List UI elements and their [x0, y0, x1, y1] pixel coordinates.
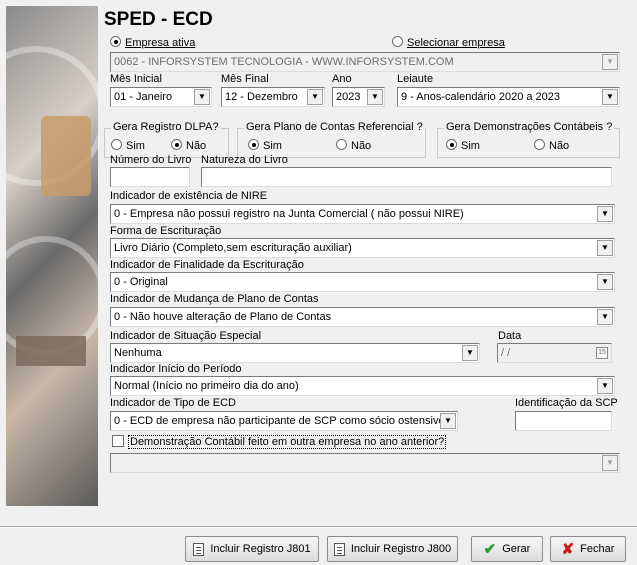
plano-nao-radio[interactable]: Não	[336, 139, 371, 152]
chevron-down-icon: ▼	[602, 54, 618, 70]
identificacao-scp-input[interactable]	[515, 411, 612, 431]
mes-final-label: Mês Final	[221, 73, 269, 85]
chevron-down-icon: ▼	[597, 240, 613, 256]
identificacao-scp-label: Identificação da SCP	[515, 397, 618, 409]
chevron-down-icon: ▼	[597, 378, 613, 394]
leiaute-label: Leiaute	[397, 73, 434, 85]
demonstracao-checkbox[interactable]: Demonstração Contábil feito em outra emp…	[112, 435, 447, 449]
demo-nao-radio[interactable]: Não	[534, 139, 569, 152]
chevron-down-icon: ▼	[597, 206, 613, 222]
data-label: Data	[498, 330, 522, 342]
forma-escrituracao-label: Forma de Escrituração	[110, 225, 222, 237]
side-decorative-image	[6, 6, 98, 506]
plano-sim-radio[interactable]: Sim	[248, 139, 282, 152]
forma-escrituracao-select[interactable]: Livro Diário (Completo,sem escrituração …	[110, 238, 615, 258]
chevron-down-icon: ▼	[602, 89, 618, 105]
bottom-separator	[0, 526, 637, 528]
page-title: SPED - ECD	[104, 9, 213, 30]
nire-label: Indicador de existência de NIRE	[110, 190, 268, 202]
chevron-down-icon: ▼	[367, 89, 383, 105]
fechar-button[interactable]: ✘ Fechar	[550, 536, 626, 562]
chevron-down-icon: ▼	[597, 309, 613, 325]
leiaute-select[interactable]: 9 - Anos-calendário 2020 a 2023 ▼	[397, 87, 620, 107]
finalidade-label: Indicador de Finalidade da Escrituração	[110, 259, 304, 271]
situacao-especial-label: Indicador de Situação Especial	[110, 330, 262, 342]
nire-select[interactable]: 0 - Empresa não possui registro na Junta…	[110, 204, 615, 224]
natureza-livro-label: Natureza do Livro	[201, 154, 288, 166]
numero-livro-input[interactable]	[110, 167, 190, 187]
radio-selected-icon	[110, 36, 121, 47]
inicio-periodo-select[interactable]: Normal (Início no primeiro dia do ano) ▼	[110, 376, 615, 396]
data-input[interactable]: / / 15	[497, 343, 612, 363]
dlpa-nao-radio[interactable]: Não	[171, 139, 206, 152]
ano-label: Ano	[332, 73, 352, 85]
mes-inicial-select[interactable]: 01 - Janeiro ▼	[110, 87, 212, 107]
tipo-ecd-select[interactable]: 0 - ECD de empresa não participante de S…	[110, 411, 458, 431]
document-icon	[193, 542, 205, 556]
chevron-down-icon: ▼	[440, 413, 456, 429]
radio-icon	[534, 139, 545, 150]
dlpa-sim-radio[interactable]: Sim	[111, 139, 145, 152]
mudanca-plano-label: Indicador de Mudança de Plano de Contas	[110, 293, 319, 305]
chevron-down-icon: ▼	[307, 89, 323, 105]
mes-final-select[interactable]: 12 - Dezembro ▼	[221, 87, 325, 107]
tipo-ecd-label: Indicador de Tipo de ECD	[110, 397, 236, 409]
inicio-periodo-label: Indicador Início do Período	[110, 363, 242, 375]
radio-selected-icon	[248, 139, 259, 150]
mudanca-plano-select[interactable]: 0 - Não houve alteração de Plano de Cont…	[110, 307, 615, 327]
empresa-ativa-radio[interactable]: Empresa ativa	[110, 36, 195, 49]
numero-livro-label: Número do Livro	[110, 154, 192, 166]
demonstracao-empresa-select[interactable]: ▼	[110, 453, 620, 473]
checkmark-icon: ✔	[483, 541, 497, 558]
radio-selected-icon	[446, 139, 457, 150]
gerar-button[interactable]: ✔ Gerar	[471, 536, 543, 562]
situacao-especial-select[interactable]: Nenhuma ▼	[110, 343, 480, 363]
selecionar-empresa-radio[interactable]: Selecionar empresa	[392, 36, 505, 49]
mes-inicial-label: Mês Inicial	[110, 73, 162, 85]
empresa-select[interactable]: 0062 - INFORSYSTEM TECNOLOGIA - WWW.INFO…	[110, 52, 620, 72]
incluir-j801-button[interactable]: Incluir Registro J801	[185, 536, 319, 562]
natureza-livro-input[interactable]	[201, 167, 612, 187]
radio-icon	[111, 139, 122, 150]
document-icon	[333, 542, 345, 556]
chevron-down-icon: ▼	[462, 345, 478, 361]
radio-icon	[392, 36, 403, 47]
radio-selected-icon	[171, 139, 182, 150]
calendar-icon[interactable]: 15	[596, 347, 608, 359]
chevron-down-icon: ▼	[602, 455, 618, 471]
radio-icon	[336, 139, 347, 150]
ano-select[interactable]: 2023 ▼	[332, 87, 385, 107]
close-icon: ✘	[561, 541, 575, 558]
finalidade-select[interactable]: 0 - Original ▼	[110, 272, 615, 292]
demo-sim-radio[interactable]: Sim	[446, 139, 480, 152]
incluir-j800-button[interactable]: Incluir Registro J800	[327, 536, 458, 562]
demonstracoes-group: Gera Demonstrações Contábeis ? Sim Não	[437, 121, 620, 158]
chevron-down-icon: ▼	[194, 89, 210, 105]
chevron-down-icon: ▼	[597, 274, 613, 290]
checkbox-icon	[112, 435, 124, 447]
